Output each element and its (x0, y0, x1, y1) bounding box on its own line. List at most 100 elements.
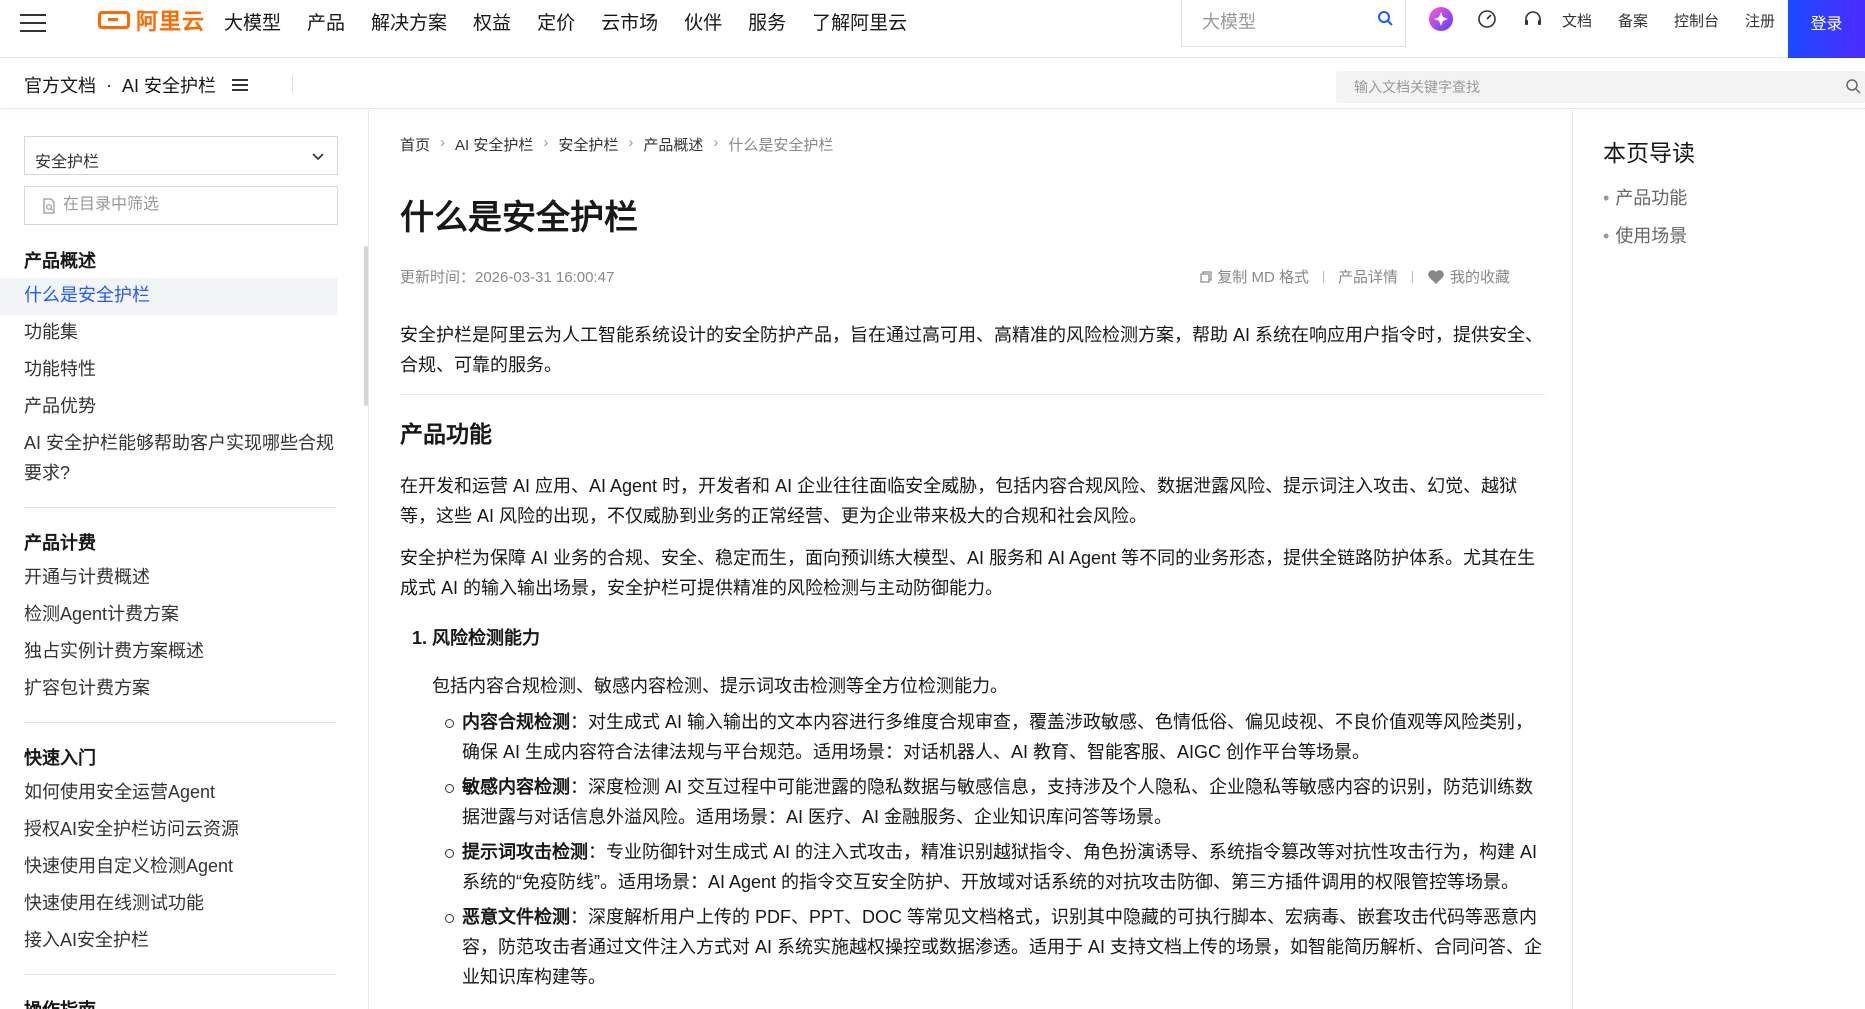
aliyun-logo[interactable]: 阿里云 (98, 4, 205, 36)
product-details-link[interactable]: 产品详情 (1338, 266, 1398, 287)
bullet-text: ：对生成式 AI 输入输出的文本内容进行多维度合规审查，覆盖涉政敏感、色情低俗、… (462, 712, 1534, 762)
breadcrumb-overview[interactable]: 产品概述 (643, 134, 703, 155)
paragraph: 在开发和运营 AI 应用、AI Agent 时，开发者和 AI 企业往往面临安全… (400, 476, 1518, 526)
main-nav: 大模型 产品 解决方案 权益 定价 云市场 伙伴 服务 了解阿里云 (224, 8, 933, 35)
login-button[interactable]: 登录 (1788, 0, 1865, 58)
toc-item-authorize[interactable]: 授权AI安全护栏访问云资源 (24, 812, 336, 849)
ai-assistant-icon[interactable] (1428, 6, 1454, 32)
nav-item-products[interactable]: 产品 (307, 8, 345, 35)
article-body: 安全护栏是阿里云为人工智能系统设计的安全防护产品，旨在通过高可用、高精准的风险检… (400, 320, 1545, 997)
outline-item-features[interactable]: 产品功能 (1603, 184, 1687, 210)
list-item: 提示词攻击检测：专业防御针对生成式 AI 的注入式攻击，精准识别越狱指令、角色扮… (444, 837, 1545, 897)
breadcrumb-current: 什么是安全护栏 (728, 137, 834, 154)
toc-item-instance-billing[interactable]: 独占实例计费方案概述 (24, 634, 336, 671)
toc-item-capabilities[interactable]: 功能特性 (24, 352, 336, 389)
feature-bullet-list: 内容合规检测：对生成式 AI 输入输出的文本内容进行多维度合规审查，覆盖涉政敏感… (444, 707, 1545, 992)
product-menu-icon[interactable] (232, 76, 249, 94)
toc-item-online-test[interactable]: 快速使用在线测试功能 (24, 886, 336, 923)
top-navbar: 阿里云 大模型 产品 解决方案 权益 定价 云市场 伙伴 服务 了解阿里云 文档… (0, 0, 1865, 58)
doc-sidebar: 安全护栏 产品概述 什么是安全护栏 功能集 功能特性 产品优势 AI 安全护栏能… (0, 110, 369, 1009)
doc-subheader: 官方文档 · AI 安全护栏 (0, 59, 1865, 109)
product-select[interactable]: 安全护栏 (24, 136, 338, 175)
bullet-text: ：深度检测 AI 交互过程中可能泄露的隐私数据与敏感信息，支持涉及个人隐私、企业… (462, 777, 1534, 827)
crumb-separator: · (106, 74, 112, 95)
top-links: 文档 备案 控制台 注册 (1562, 10, 1801, 31)
doc-product-crumb: 官方文档 · AI 安全护栏 (24, 72, 249, 98)
breadcrumb-product[interactable]: AI 安全护栏 (455, 134, 533, 155)
toc-item-features[interactable]: 功能集 (24, 315, 336, 352)
section-heading-features: 产品功能 (400, 421, 492, 447)
nav-item-partners[interactable]: 伙伴 (684, 8, 722, 35)
hamburger-menu-icon[interactable] (20, 8, 48, 36)
toc-filter-box (24, 186, 338, 225)
toc-group-overview: 产品概述 什么是安全护栏 功能集 功能特性 产品优势 AI 安全护栏能够帮助客户… (0, 244, 338, 493)
bullet-text: ：深度解析用户上传的 PDF、PPT、DOC 等常见文档格式，识别其中隐藏的可执… (462, 907, 1543, 987)
breadcrumb-guardrail[interactable]: 安全护栏 (558, 134, 618, 155)
logo-text: 阿里云 (136, 9, 206, 34)
toc-item-billing-overview[interactable]: 开通与计费概述 (24, 560, 336, 597)
page-actions: 复制 MD 格式 产品详情 我的收藏 (1200, 266, 1510, 287)
nav-item-llm[interactable]: 大模型 (224, 8, 281, 35)
heart-icon (1428, 269, 1444, 284)
top-search-box (1181, 0, 1406, 47)
outline-title: 本页导读 (1603, 140, 1695, 166)
crumb-official-docs[interactable]: 官方文档 (24, 72, 96, 98)
link-filing[interactable]: 备案 (1618, 10, 1648, 31)
crumb-product[interactable]: AI 安全护栏 (122, 72, 216, 98)
list-item: 恶意文件检测：深度解析用户上传的 PDF、PPT、DOC 等常见文档格式，识别其… (444, 902, 1545, 992)
nav-item-solutions[interactable]: 解决方案 (371, 8, 447, 35)
bullet-term: 恶意文件检测 (462, 907, 570, 927)
nav-item-about[interactable]: 了解阿里云 (812, 8, 907, 35)
link-docs[interactable]: 文档 (1562, 10, 1592, 31)
doc-search-box (1336, 71, 1865, 103)
search-icon[interactable] (1377, 10, 1393, 31)
breadcrumb-chevron-icon: › (440, 134, 446, 151)
product-details-label: 产品详情 (1337, 269, 1398, 286)
toc-item-agent-billing[interactable]: 检测Agent计费方案 (24, 597, 336, 634)
doc-search-input[interactable] (1336, 71, 1816, 103)
nav-item-pricing[interactable]: 定价 (537, 8, 575, 35)
divider (292, 75, 293, 93)
link-console[interactable]: 控制台 (1674, 10, 1719, 31)
bullet-text: ：专业防御针对生成式 AI 的注入式攻击，精准识别越狱指令、角色扮演诱导、系统指… (462, 842, 1538, 892)
copy-md-button[interactable]: 复制 MD 格式 (1200, 266, 1309, 287)
headset-support-icon[interactable] (1520, 6, 1546, 32)
toc-item-custom-agent[interactable]: 快速使用自定义检测Agent (24, 849, 336, 886)
page-title: 什么是安全护栏 (400, 199, 638, 237)
copy-icon (1200, 270, 1212, 283)
toc-item-integrate[interactable]: 接入AI安全护栏 (24, 923, 336, 960)
copy-md-label: 复制 MD 格式 (1217, 269, 1309, 286)
toc-item-compliance[interactable]: AI 安全护栏能够帮助客户实现哪些合规要求? (24, 426, 336, 493)
toc-group-title[interactable]: 产品计费 (24, 526, 336, 560)
favorite-button[interactable]: 我的收藏 (1427, 266, 1510, 287)
search-icon[interactable] (1845, 78, 1861, 99)
toc-group-title[interactable]: 快速入门 (24, 741, 336, 775)
logo-mark-icon (98, 11, 130, 29)
toc-item-what-is[interactable]: 什么是安全护栏 (0, 278, 338, 315)
chevron-down-icon (311, 149, 325, 168)
toc-item-advantages[interactable]: 产品优势 (24, 389, 336, 426)
link-register[interactable]: 注册 (1745, 10, 1775, 31)
nav-item-services[interactable]: 服务 (748, 8, 786, 35)
product-select-value: 安全护栏 (35, 154, 100, 171)
top-search-input[interactable] (1182, 0, 1362, 44)
bullet-term: 敏感内容检测 (462, 777, 570, 797)
toc-item-expansion-billing[interactable]: 扩容包计费方案 (24, 671, 336, 708)
sidebar-scrollbar[interactable] (364, 246, 368, 406)
nav-item-benefits[interactable]: 权益 (473, 8, 511, 35)
page-meta: 更新时间：2026-03-31 16:00:47 复制 MD 格式 产品详情 我… (400, 266, 1510, 290)
top-icon-group (1428, 6, 1566, 32)
list-item: 内容合规检测：对生成式 AI 输入输出的文本内容进行多维度合规审查，覆盖涉政敏感… (444, 707, 1545, 767)
toc-tree: 产品概述 什么是安全护栏 功能集 功能特性 产品优势 AI 安全护栏能够帮助客户… (0, 244, 340, 1009)
toc-group-title[interactable]: 操作指南 (24, 993, 336, 1009)
bullet-term: 提示词攻击检测 (462, 842, 588, 862)
breadcrumb-home[interactable]: 首页 (400, 134, 430, 155)
intro-paragraph: 安全护栏是阿里云为人工智能系统设计的安全防护产品，旨在通过高可用、高精准的风险检… (400, 325, 1544, 375)
toc-filter-input[interactable] (63, 187, 333, 223)
dashboard-icon[interactable] (1474, 6, 1500, 32)
toc-group-guide: 操作指南 (24, 974, 336, 1009)
toc-group-title[interactable]: 产品概述 (24, 244, 336, 278)
toc-item-ops-agent[interactable]: 如何使用安全运营Agent (24, 775, 336, 812)
outline-item-scenarios[interactable]: 使用场景 (1603, 222, 1687, 248)
nav-item-marketplace[interactable]: 云市场 (601, 8, 658, 35)
